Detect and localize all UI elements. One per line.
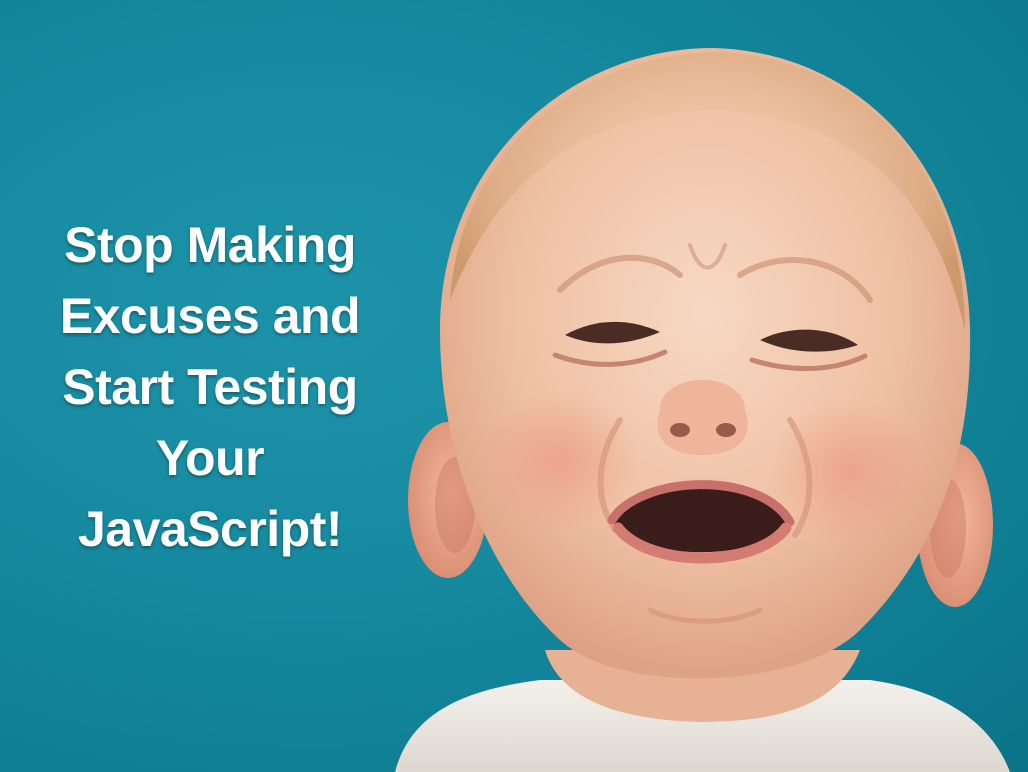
- headline-line-2: Excuses and: [59, 288, 361, 344]
- slide: Stop Making Excuses and Start Testing Yo…: [0, 0, 1028, 772]
- headline-line-4: Your: [155, 430, 265, 486]
- headline-line-3: Start Testing: [62, 359, 358, 415]
- headline-line-5: JavaScript!: [77, 501, 343, 557]
- headline: Stop Making Excuses and Start Testing Yo…: [0, 210, 420, 565]
- headline-line-1: Stop Making: [64, 217, 356, 273]
- headline-block: Stop Making Excuses and Start Testing Yo…: [0, 210, 420, 565]
- nose: [657, 380, 748, 455]
